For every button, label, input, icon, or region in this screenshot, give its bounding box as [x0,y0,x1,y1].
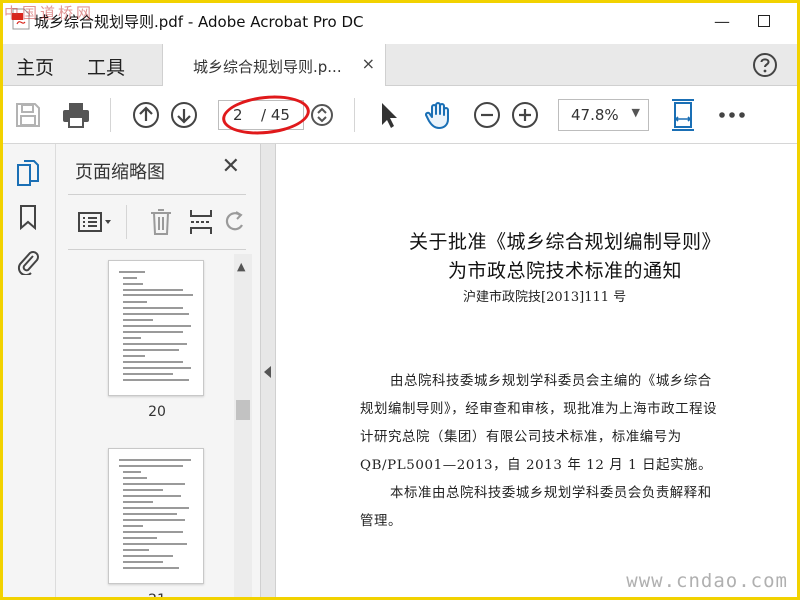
print-icon[interactable] [60,99,92,131]
body-line: 管理。 [360,514,402,529]
thumbnail-toolbar [68,194,246,250]
zoom-select[interactable]: 47.8% ▼ [558,99,649,131]
toolbar-divider [110,98,111,132]
rotate-page-icon[interactable] [224,207,246,237]
navigation-rail [0,144,56,600]
body-line: 由总院科技委城乡规划学科委员会主编的《城乡综合 [390,374,712,389]
more-options-icon[interactable] [716,99,748,131]
chevron-left-icon [264,366,271,378]
tab-document[interactable]: 城乡综合规划导则.p... × [162,44,386,86]
chevron-down-icon: ▼ [631,106,640,119]
document-tab-label: 城乡综合规划导则.p... [193,58,342,76]
watermark-bottom: www.cndao.com [626,570,788,592]
tab-tools[interactable]: 工具 [87,53,125,80]
tab-bar: 主页 工具 城乡综合规划导则.p... × [0,44,800,86]
page-thumbnail[interactable] [108,448,204,584]
save-icon[interactable] [12,99,44,131]
document-title-line-1: 关于批准《城乡综合规划编制导则》 [409,231,722,253]
title-bar: 城乡综合规划导则.pdf - Adobe Acrobat Pro DC — [0,0,800,44]
thumbnail-scrollbar[interactable]: ▲ [234,254,252,600]
select-cursor-icon[interactable] [373,99,405,131]
page-thumbnails-icon[interactable] [13,158,43,188]
page-thumbnail[interactable] [108,260,204,396]
body-line: 本标准由总院科技委城乡规划学科委员会负责解释和 [390,486,712,501]
attachment-icon[interactable] [13,246,43,276]
bookmark-icon[interactable] [13,202,43,232]
page-number-label: 21 [148,592,166,600]
scroll-up-icon[interactable]: ▲ [237,260,245,273]
zoom-value: 47.8% [571,106,619,124]
body-line: QB/PL5001—2013，自 2013 年 12 月 1 日起实施。 [360,458,713,473]
toolbar-divider [126,205,127,239]
maximize-icon [758,15,770,27]
scroll-mode-icon[interactable] [306,99,338,131]
previous-page-icon[interactable] [130,99,162,131]
body-line: 规划编制导则》，经审查和审核，现批准为上海市政工程设 [360,402,718,417]
document-view[interactable]: 关于批准《城乡综合规划编制导则》 为市政总院技术标准的通知 沪建市政院技[201… [276,144,800,600]
page-number-label: 20 [148,404,166,420]
zoom-out-icon[interactable] [471,99,503,131]
delete-page-icon[interactable] [146,207,176,237]
document-title-line-2: 为市政总院技术标准的通知 [448,260,683,282]
close-panel-button[interactable]: ✕ [222,154,240,179]
thumbnail-list: 20 21 [56,252,234,600]
insert-page-icon[interactable] [186,207,216,237]
help-icon[interactable] [752,52,778,78]
thumbnail-panel: 页面缩略图 ✕ 20 21 ▲ [56,144,260,600]
body-line: 计研究总院（集团）有限公司技术标准，标准编号为 [360,430,682,445]
hand-tool-icon[interactable] [422,99,454,131]
scrollbar-thumb[interactable] [236,400,250,420]
tab-home[interactable]: 主页 [16,53,54,80]
watermark-top: 中国道桥网 [4,4,95,22]
maximize-button[interactable] [746,6,782,36]
zoom-in-icon[interactable] [509,99,541,131]
document-body: 由总院科技委城乡规划学科委员会主编的《城乡综合 规划编制导则》，经审查和审核，现… [360,368,740,536]
next-page-icon[interactable] [168,99,200,131]
close-tab-button[interactable]: × [362,54,375,73]
toolbar-divider [354,98,355,132]
thumbnail-options-icon[interactable] [76,207,116,237]
fit-page-icon[interactable] [667,99,699,131]
panel-title: 页面缩略图 [75,162,165,183]
minimize-button[interactable]: — [704,6,740,36]
toolbar: 2 / 45 47.8% ▼ [0,86,800,144]
minimize-icon: — [714,11,730,31]
document-reference-number: 沪建市政院技[2013]111 号 [463,290,627,305]
panel-collapse-handle[interactable] [260,144,276,600]
